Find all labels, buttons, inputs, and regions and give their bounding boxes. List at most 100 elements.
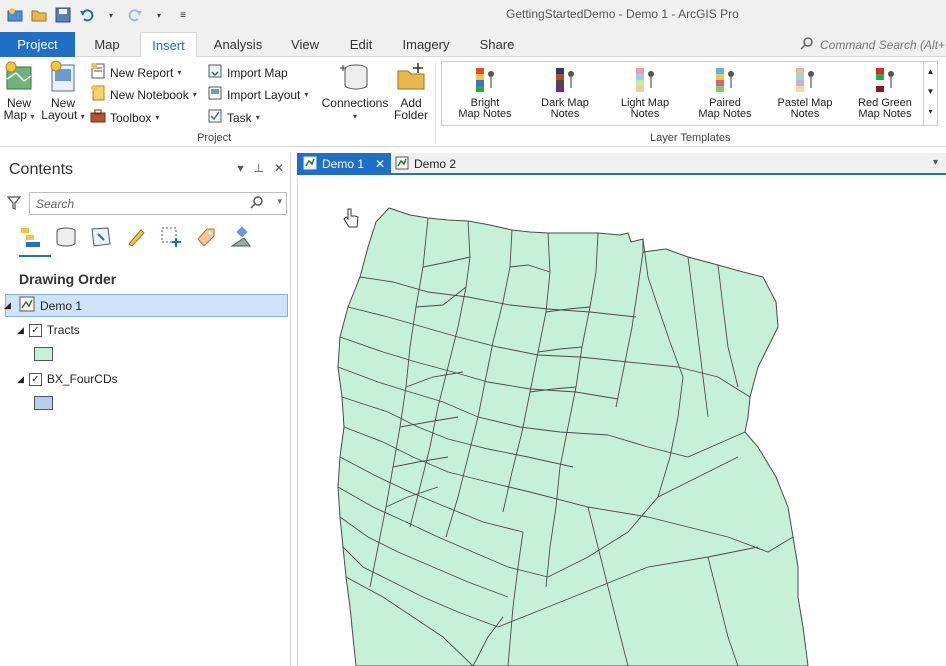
view-tab-label: Demo 2 (414, 157, 457, 171)
tab-analysis[interactable]: Analysis (208, 32, 268, 57)
new-layout-icon (48, 60, 78, 93)
drawing-order-heading: Drawing Order (19, 271, 117, 287)
undo-dropdown-icon[interactable]: ▾ (102, 6, 120, 24)
contents-search-input[interactable]: Search ▾ (29, 192, 287, 215)
chevron-down-icon: ▾ (192, 90, 197, 99)
new-report-button[interactable]: New Report ▾ (90, 63, 181, 82)
view-tabs-menu-icon[interactable]: ▾ (933, 157, 938, 168)
layer-template-item[interactable]: Red Green Map Notes (846, 66, 924, 120)
search-options-icon[interactable]: ▾ (277, 196, 282, 207)
layer-template-item[interactable]: Dark Map Notes (526, 66, 604, 120)
filter-icon[interactable] (6, 196, 22, 213)
layer-visibility-checkbox[interactable]: ✓ (28, 372, 42, 386)
gallery-expand-icon[interactable]: ▾ (924, 102, 937, 122)
new-notebook-label: New Notebook (110, 87, 189, 102)
tab-share[interactable]: Share (474, 32, 520, 57)
project-group-label: Project (197, 132, 232, 144)
add-folder-icon (396, 61, 426, 93)
list-by-editing-icon[interactable] (124, 225, 148, 249)
close-icon[interactable]: ✕ (375, 157, 385, 171)
command-search[interactable]: Command Search (Alt+ (800, 36, 946, 54)
new-map-icon (4, 61, 34, 93)
layer-template-icon (552, 66, 578, 94)
list-by-drawing-order-icon[interactable] (19, 225, 43, 249)
layer-templates-group-label: Layer Templates (650, 132, 731, 144)
save-icon[interactable] (54, 6, 72, 24)
layer-symbol-swatch[interactable] (34, 396, 53, 410)
quick-access-toolbar: ▾ ▾ ≡ (6, 6, 192, 24)
view-tabs: Demo 1 ✕ Demo 2 ▾ (297, 153, 946, 175)
map-node-demo1[interactable]: ◢ Demo 1 (4, 294, 288, 317)
tab-imagery[interactable]: Imagery (396, 32, 456, 57)
import-map-button[interactable]: Import Map (207, 63, 288, 82)
database-icon (340, 61, 370, 93)
layer-template-item[interactable]: Light Map Notes (606, 66, 684, 120)
contents-toolbar (19, 225, 253, 249)
open-project-icon[interactable] (30, 6, 48, 24)
layer-template-icon (632, 66, 658, 94)
undo-icon[interactable] (78, 6, 96, 24)
title-bar: ▾ ▾ ≡ GettingStartedDemo - Demo 1 - ArcG… (0, 0, 946, 32)
collapse-icon[interactable]: ◢ (17, 325, 24, 336)
task-button[interactable]: Task ▾ (207, 108, 260, 127)
pin-icon[interactable]: ⊥ (253, 161, 263, 175)
collapse-icon[interactable]: ◢ (17, 374, 24, 385)
chevron-down-icon[interactable]: ▼ (924, 82, 937, 102)
task-icon (207, 108, 223, 127)
new-notebook-button[interactable]: New Notebook ▾ (90, 85, 197, 104)
map-name: Demo 1 (40, 298, 83, 313)
redo-icon[interactable] (126, 6, 144, 24)
import-map-icon (207, 63, 223, 82)
report-icon (90, 63, 106, 82)
chevron-down-icon: ▾ (255, 113, 260, 122)
map-view[interactable] (297, 177, 946, 666)
redo-dropdown-icon[interactable]: ▾ (150, 6, 168, 24)
contents-title: Contents (9, 161, 74, 178)
active-tool-indicator (19, 255, 51, 257)
add-folder-button[interactable]: Add Folder (393, 61, 429, 121)
tab-edit[interactable]: Edit (342, 32, 380, 57)
toolbox-label: Toolbox (110, 110, 152, 125)
list-by-selection-icon[interactable] (89, 225, 113, 249)
add-folder-label: Add Folder (393, 96, 428, 122)
close-icon[interactable]: ✕ (274, 161, 284, 175)
map-icon (19, 296, 35, 315)
search-icon[interactable] (250, 196, 264, 213)
pane-menu-icon[interactable]: ▾ (237, 161, 243, 175)
chevron-up-icon[interactable]: ▲ (924, 62, 937, 82)
layer-template-icon (872, 66, 898, 94)
layer-row-tracts[interactable]: ◢ ✓ Tracts (17, 323, 80, 337)
customize-icon[interactable]: ≡ (174, 6, 192, 24)
list-by-perspective-imagery-icon[interactable] (229, 225, 253, 249)
tab-view[interactable]: View (284, 32, 326, 57)
map-canvas[interactable] (298, 177, 946, 666)
layer-visibility-checkbox[interactable]: ✓ (28, 323, 42, 337)
view-tab-demo2[interactable]: Demo 2 (389, 153, 462, 175)
new-map-button[interactable]: New Map ▾ (2, 61, 36, 123)
new-project-icon[interactable] (6, 6, 24, 24)
layer-template-item[interactable]: Paired Map Notes (686, 66, 764, 120)
layer-template-item[interactable]: Pastel Map Notes (766, 66, 844, 120)
new-layout-button[interactable]: New Layout ▾ (41, 60, 85, 123)
collapse-icon[interactable]: ◢ (4, 300, 11, 311)
chevron-down-icon: ▾ (155, 113, 160, 122)
tab-insert[interactable]: Insert (140, 32, 197, 58)
hand-cursor-icon (342, 207, 360, 232)
toolbox-button[interactable]: Toolbox ▾ (90, 108, 159, 127)
layer-template-label-line2: Notes (790, 108, 820, 120)
list-by-snapping-icon[interactable] (159, 225, 183, 249)
gallery-scrollbar[interactable]: ▲ ▼ ▾ (923, 62, 937, 125)
list-by-labeling-icon[interactable] (194, 225, 218, 249)
layer-symbol-swatch[interactable] (34, 347, 53, 361)
layer-name: BX_FourCDs (46, 372, 118, 386)
layer-row-bx-fourcds[interactable]: ◢ ✓ BX_FourCDs (17, 372, 118, 386)
connections-button[interactable]: Connections ▾ (320, 61, 390, 123)
group-separator (435, 63, 436, 143)
view-tab-demo1[interactable]: Demo 1 ✕ (297, 153, 392, 175)
tab-map[interactable]: Map (86, 32, 128, 57)
list-by-source-icon[interactable] (54, 225, 78, 249)
import-layout-button[interactable]: Import Layout ▾ (207, 85, 308, 104)
import-map-label: Import Map (227, 65, 288, 80)
layer-template-item[interactable]: Bright Map Notes (446, 66, 524, 120)
tab-project[interactable]: Project (0, 32, 75, 57)
